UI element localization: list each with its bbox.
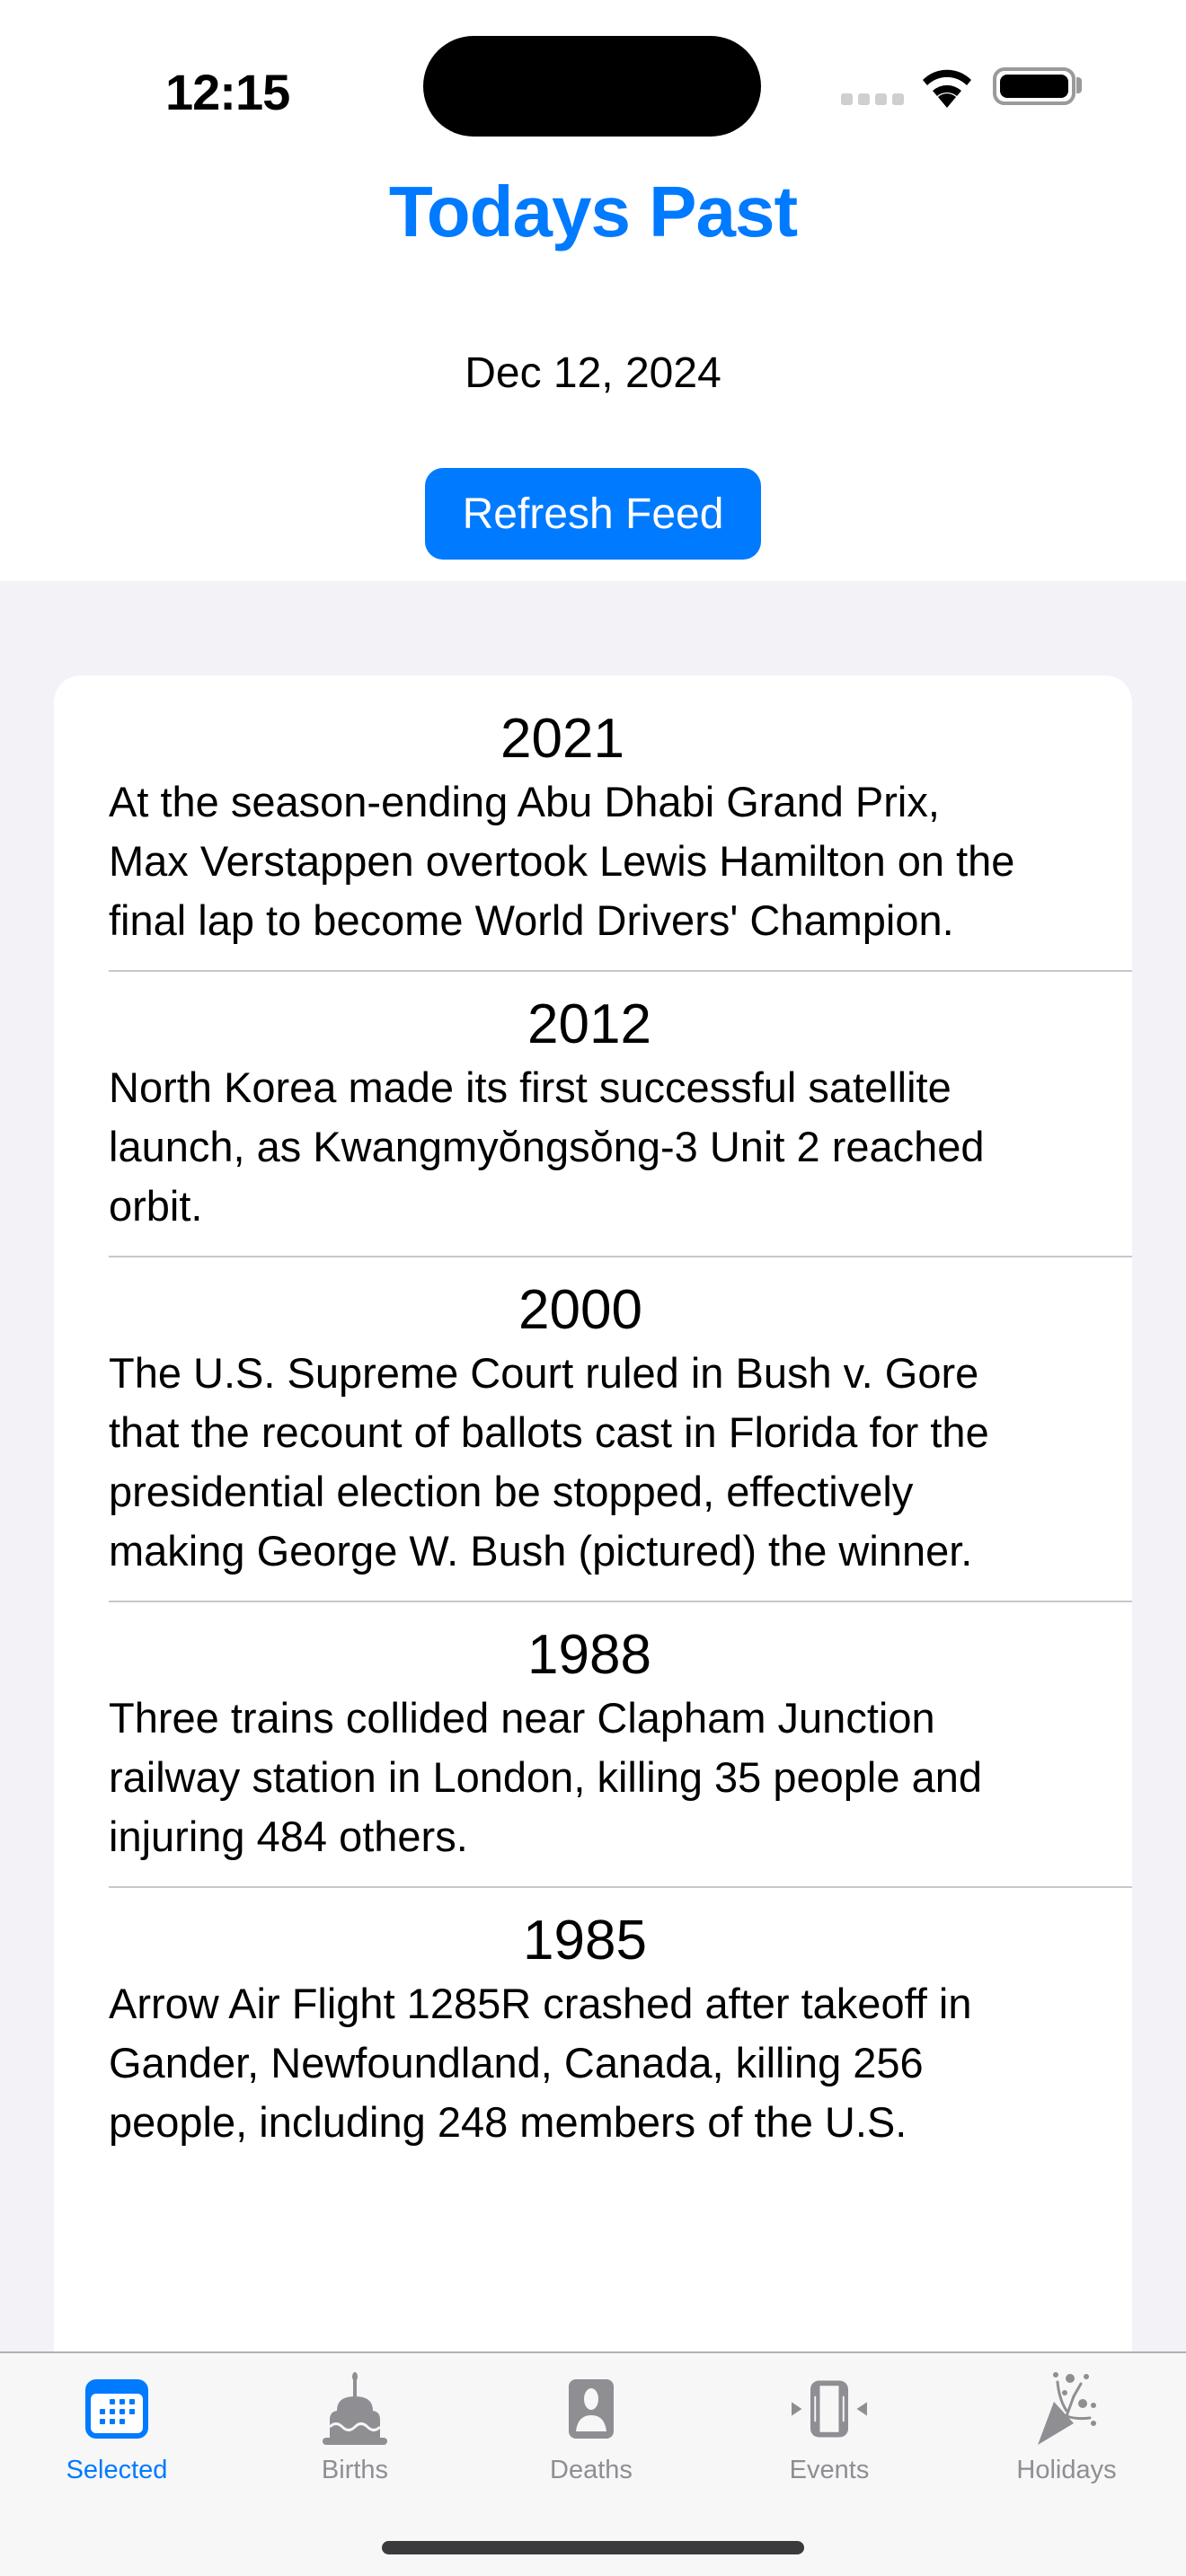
status-time: 12:15 — [165, 64, 290, 120]
item-year: 2021 — [500, 708, 624, 770]
item-text: Arrow Air Flight 1285R crashed after tak… — [109, 1980, 972, 2146]
list-item[interactable]: 2021 At the season-ending Abu Dhabi Gran… — [54, 706, 1132, 950]
list-item[interactable]: 2012 North Korea made its first successf… — [54, 992, 1132, 1236]
item-text: North Korea made its first successful sa… — [109, 1063, 985, 1230]
dynamic-island — [423, 36, 761, 137]
refresh-feed-button[interactable]: Refresh Feed — [425, 468, 761, 560]
list-item[interactable]: 2000 The U.S. Supreme Court ruled in Bus… — [54, 1277, 1132, 1581]
tab-holidays[interactable]: Holidays — [959, 2371, 1174, 2488]
wifi-icon — [923, 69, 971, 108]
tab-label: Events — [789, 2456, 870, 2484]
item-text: The U.S. Supreme Court ruled in Bush v. … — [109, 1349, 989, 1575]
feed-list[interactable]: 2021 At the season-ending Abu Dhabi Gran… — [54, 675, 1132, 2472]
tab-label: Holidays — [1016, 2456, 1117, 2484]
app-title: Todays Past — [388, 172, 798, 251]
tab-events[interactable]: Events — [721, 2371, 937, 2488]
list-item[interactable]: 1988 Three trains collided near Clapham … — [54, 1622, 1132, 1866]
tab-births[interactable]: Births — [247, 2371, 463, 2488]
tab-label: Selected — [66, 2456, 168, 2484]
rectangle-compress-icon — [792, 2371, 867, 2447]
tab-label: Births — [321, 2456, 389, 2484]
date-label: Dec 12, 2024 — [465, 349, 721, 397]
list-item[interactable]: 1985 Arrow Air Flight 1285R crashed afte… — [54, 1908, 1132, 2152]
battery-cap — [1076, 77, 1082, 93]
item-year: 2000 — [518, 1279, 642, 1341]
header-area: 12:15 Todays Past Dec 12, 2024 Refresh F… — [0, 0, 1186, 581]
item-text: Three trains collided near Clapham Junct… — [109, 1694, 982, 1860]
home-indicator[interactable] — [382, 2541, 804, 2554]
calendar-icon — [79, 2371, 155, 2447]
item-year: 1985 — [523, 1910, 647, 1972]
tab-label: Deaths — [550, 2456, 633, 2484]
tab-deaths[interactable]: Deaths — [483, 2371, 699, 2488]
item-text: At the season-ending Abu Dhabi Grand Pri… — [109, 778, 1015, 944]
item-year: 1988 — [527, 1624, 651, 1686]
item-year: 2012 — [527, 993, 651, 1055]
party-popper-icon — [1029, 2371, 1104, 2447]
battery-icon — [993, 67, 1075, 105]
person-portrait-icon — [553, 2371, 629, 2447]
birthday-cake-icon — [317, 2371, 393, 2447]
tab-selected[interactable]: Selected — [9, 2371, 225, 2488]
cellular-signal-icon — [841, 93, 904, 105]
